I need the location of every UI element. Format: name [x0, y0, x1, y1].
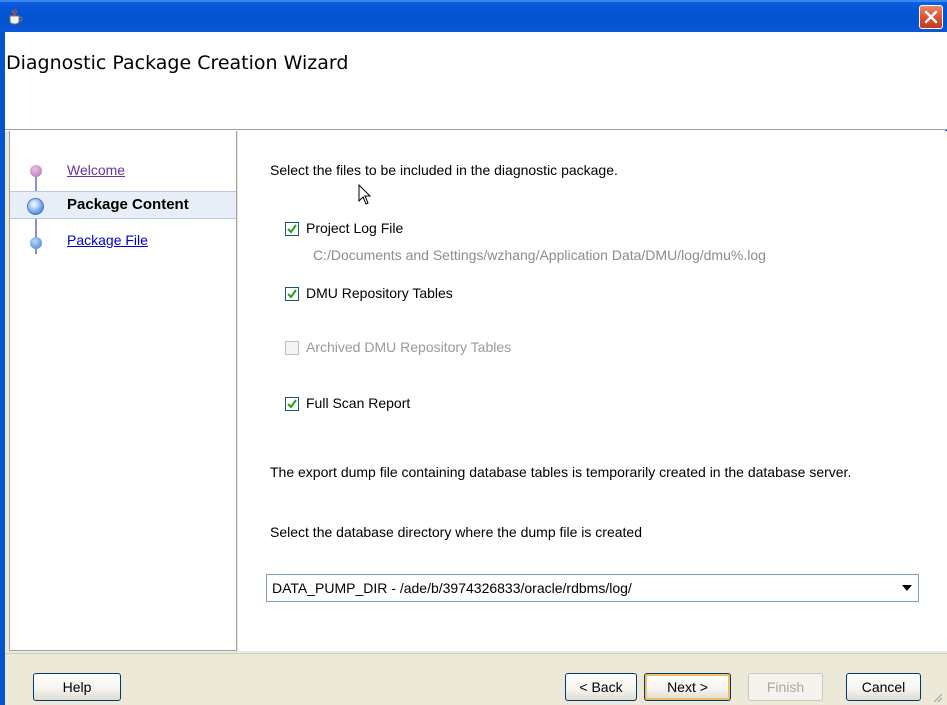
archived-dmu-repository-tables-checkbox: [285, 341, 299, 355]
next-button[interactable]: Next >: [644, 673, 731, 701]
resize-grip-icon[interactable]: [931, 691, 943, 703]
checkmark-icon: [287, 289, 297, 299]
log-file-path: C:/Documents and Settings/wzhang/Applica…: [313, 247, 766, 263]
cancel-button-label: Cancel: [861, 679, 906, 695]
back-button[interactable]: < Back: [565, 673, 637, 701]
mouse-cursor-icon: [358, 183, 372, 210]
dropdown-arrow-icon[interactable]: [902, 585, 912, 591]
title-bar[interactable]: [0, 0, 947, 32]
dmu-repository-tables-checkbox[interactable]: [285, 287, 299, 301]
full-scan-report-label[interactable]: Full Scan Report: [306, 395, 410, 411]
content-panel: [238, 131, 947, 651]
project-log-file-checkbox[interactable]: [285, 222, 299, 236]
checkmark-icon: [287, 399, 297, 409]
dmu-repository-tables-label[interactable]: DMU Repository Tables: [306, 285, 453, 301]
full-scan-report-checkbox[interactable]: [285, 397, 299, 411]
directory-label: Select the database directory where the …: [270, 524, 642, 540]
java-cup-icon: [6, 7, 24, 25]
step-welcome-link[interactable]: Welcome: [67, 162, 125, 178]
database-directory-value: DATA_PUMP_DIR - /ade/b/3974326833/oracle…: [272, 580, 632, 596]
help-button[interactable]: Help: [33, 673, 121, 701]
close-button[interactable]: [919, 5, 943, 29]
help-button-label: Help: [62, 679, 92, 695]
finish-button: Finish: [748, 673, 823, 701]
archived-dmu-repository-tables-label: Archived DMU Repository Tables: [306, 339, 512, 355]
step-package-file[interactable]: Package File: [10, 226, 236, 254]
step-package-file-link[interactable]: Package File: [67, 232, 148, 248]
next-button-label: Next >: [667, 679, 708, 695]
step-package-content-label: Package Content: [67, 196, 189, 213]
close-icon: [924, 10, 938, 24]
export-note-text: The export dump file containing database…: [270, 464, 852, 480]
step-dot-icon: [30, 237, 42, 249]
current-step-icon: [27, 198, 44, 215]
finish-button-label: Finish: [766, 679, 805, 695]
instruction-text: Select the files to be included in the d…: [270, 162, 618, 178]
step-welcome[interactable]: Welcome: [10, 157, 236, 185]
database-directory-select[interactable]: DATA_PUMP_DIR - /ade/b/3974326833/oracle…: [266, 574, 919, 602]
back-button-label: < Back: [579, 679, 623, 695]
cancel-button[interactable]: Cancel: [846, 673, 921, 701]
page-title: Diagnostic Package Creation Wizard: [6, 52, 349, 74]
checkmark-icon: [287, 224, 297, 234]
wizard-header: [5, 32, 947, 130]
project-log-file-label[interactable]: Project Log File: [306, 220, 403, 236]
step-package-content[interactable]: Package Content: [10, 191, 236, 219]
step-dot-icon: [30, 165, 42, 177]
